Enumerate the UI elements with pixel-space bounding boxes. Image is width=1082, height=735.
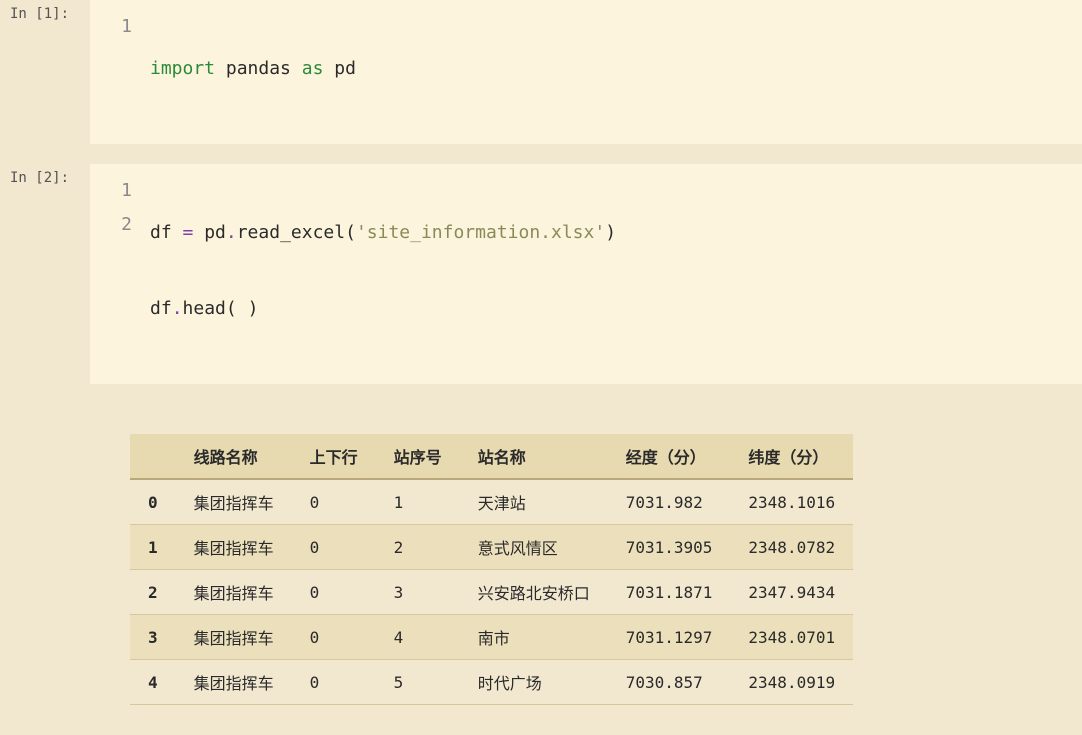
table-cell: 集团指挥车 [176,479,292,525]
token-pandas: pandas [226,58,291,79]
output-area: 线路名称 上下行 站序号 站名称 经度（分） 纬度（分） 0 集团指挥车 0 1… [90,384,1082,735]
table-cell: 2348.1016 [730,479,853,525]
input-prompt: In [2]: [0,164,90,192]
table-cell: 集团指挥车 [176,615,292,660]
table-cell: 意式风情区 [460,525,608,570]
table-cell: 7031.1871 [608,570,731,615]
table-index-header [130,434,176,479]
token-string: 'site_information.xlsx' [356,222,605,243]
keyword-as: as [302,58,324,79]
table-cell: 7031.1297 [608,615,731,660]
line-gutter: 1 [90,10,150,128]
table-cell: 天津站 [460,479,608,525]
code-content[interactable]: df = pd.read_excel('site_information.xls… [150,174,1082,368]
code-line[interactable]: df.head( ) [150,292,1082,326]
table-cell: 0 [292,525,376,570]
line-gutter: 1 2 [90,174,150,368]
table-cell: 2348.0782 [730,525,853,570]
token-pd: pd [334,58,356,79]
table-cell: 0 [292,660,376,705]
table-cell: 7030.857 [608,660,731,705]
table-cell: 南市 [460,615,608,660]
table-row-index: 4 [130,660,176,705]
code-line[interactable]: import pandas as pd [150,52,1082,86]
token-lparen: ( [345,222,356,243]
table-row-index: 0 [130,479,176,525]
table-cell: 2347.9434 [730,570,853,615]
table-cell: 2348.0919 [730,660,853,705]
code-content[interactable]: import pandas as pd [150,10,1082,128]
table-cell: 0 [292,479,376,525]
code-cell: In [1]: 1 import pandas as pd [0,0,1082,144]
output-prompt-area [0,384,90,735]
table-row: 1 集团指挥车 0 2 意式风情区 7031.3905 2348.0782 [130,525,853,570]
token-pd: pd [193,222,226,243]
table-row: 0 集团指挥车 0 1 天津站 7031.982 2348.1016 [130,479,853,525]
table-cell: 0 [292,615,376,660]
table-col-header: 站名称 [460,434,608,479]
table-cell: 3 [376,570,460,615]
table-row: 3 集团指挥车 0 4 南市 7031.1297 2348.0701 [130,615,853,660]
table-cell: 集团指挥车 [176,660,292,705]
input-prompt: In [1]: [0,0,90,28]
line-number: 1 [90,10,132,44]
table-row-index: 2 [130,570,176,615]
table-row: 2 集团指挥车 0 3 兴安路北安桥口 7031.1871 2347.9434 [130,570,853,615]
token-equals: = [183,222,194,243]
table-cell: 0 [292,570,376,615]
table-cell: 集团指挥车 [176,525,292,570]
table-cell: 2 [376,525,460,570]
table-cell: 5 [376,660,460,705]
table-col-header: 线路名称 [176,434,292,479]
table-row: 4 集团指挥车 0 5 时代广场 7030.857 2348.0919 [130,660,853,705]
line-number: 2 [90,208,132,242]
table-cell: 7031.982 [608,479,731,525]
table-col-header: 站序号 [376,434,460,479]
table-cell: 兴安路北安桥口 [460,570,608,615]
token-rparen: ) [605,222,616,243]
table-cell: 4 [376,615,460,660]
table-cell: 2348.0701 [730,615,853,660]
code-cell: In [2]: 1 2 df = pd.read_excel('site_inf… [0,164,1082,384]
code-line[interactable]: df = pd.read_excel('site_information.xls… [150,216,1082,250]
line-number: 1 [90,174,132,208]
code-input-area[interactable]: 1 2 df = pd.read_excel('site_information… [90,164,1082,384]
token-dot: . [172,298,183,319]
prompt-area: In [2]: [0,164,90,192]
table-col-header: 经度（分） [608,434,731,479]
dataframe-table: 线路名称 上下行 站序号 站名称 经度（分） 纬度（分） 0 集团指挥车 0 1… [130,434,853,705]
output-cell: 线路名称 上下行 站序号 站名称 经度（分） 纬度（分） 0 集团指挥车 0 1… [0,384,1082,735]
table-row-index: 3 [130,615,176,660]
table-cell: 集团指挥车 [176,570,292,615]
token-read-excel: read_excel [237,222,345,243]
cell-separator [0,144,1082,164]
table-header-row: 线路名称 上下行 站序号 站名称 经度（分） 纬度（分） [130,434,853,479]
keyword-import: import [150,58,215,79]
table-cell: 7031.3905 [608,525,731,570]
table-cell: 时代广场 [460,660,608,705]
table-cell: 1 [376,479,460,525]
table-col-header: 上下行 [292,434,376,479]
token-dot: . [226,222,237,243]
token-df: df [150,222,183,243]
token-call: ( ) [226,298,259,319]
code-input-area[interactable]: 1 import pandas as pd [90,0,1082,144]
prompt-area: In [1]: [0,0,90,28]
table-col-header: 纬度（分） [730,434,853,479]
token-head: head [183,298,226,319]
token-df: df [150,298,172,319]
table-row-index: 1 [130,525,176,570]
